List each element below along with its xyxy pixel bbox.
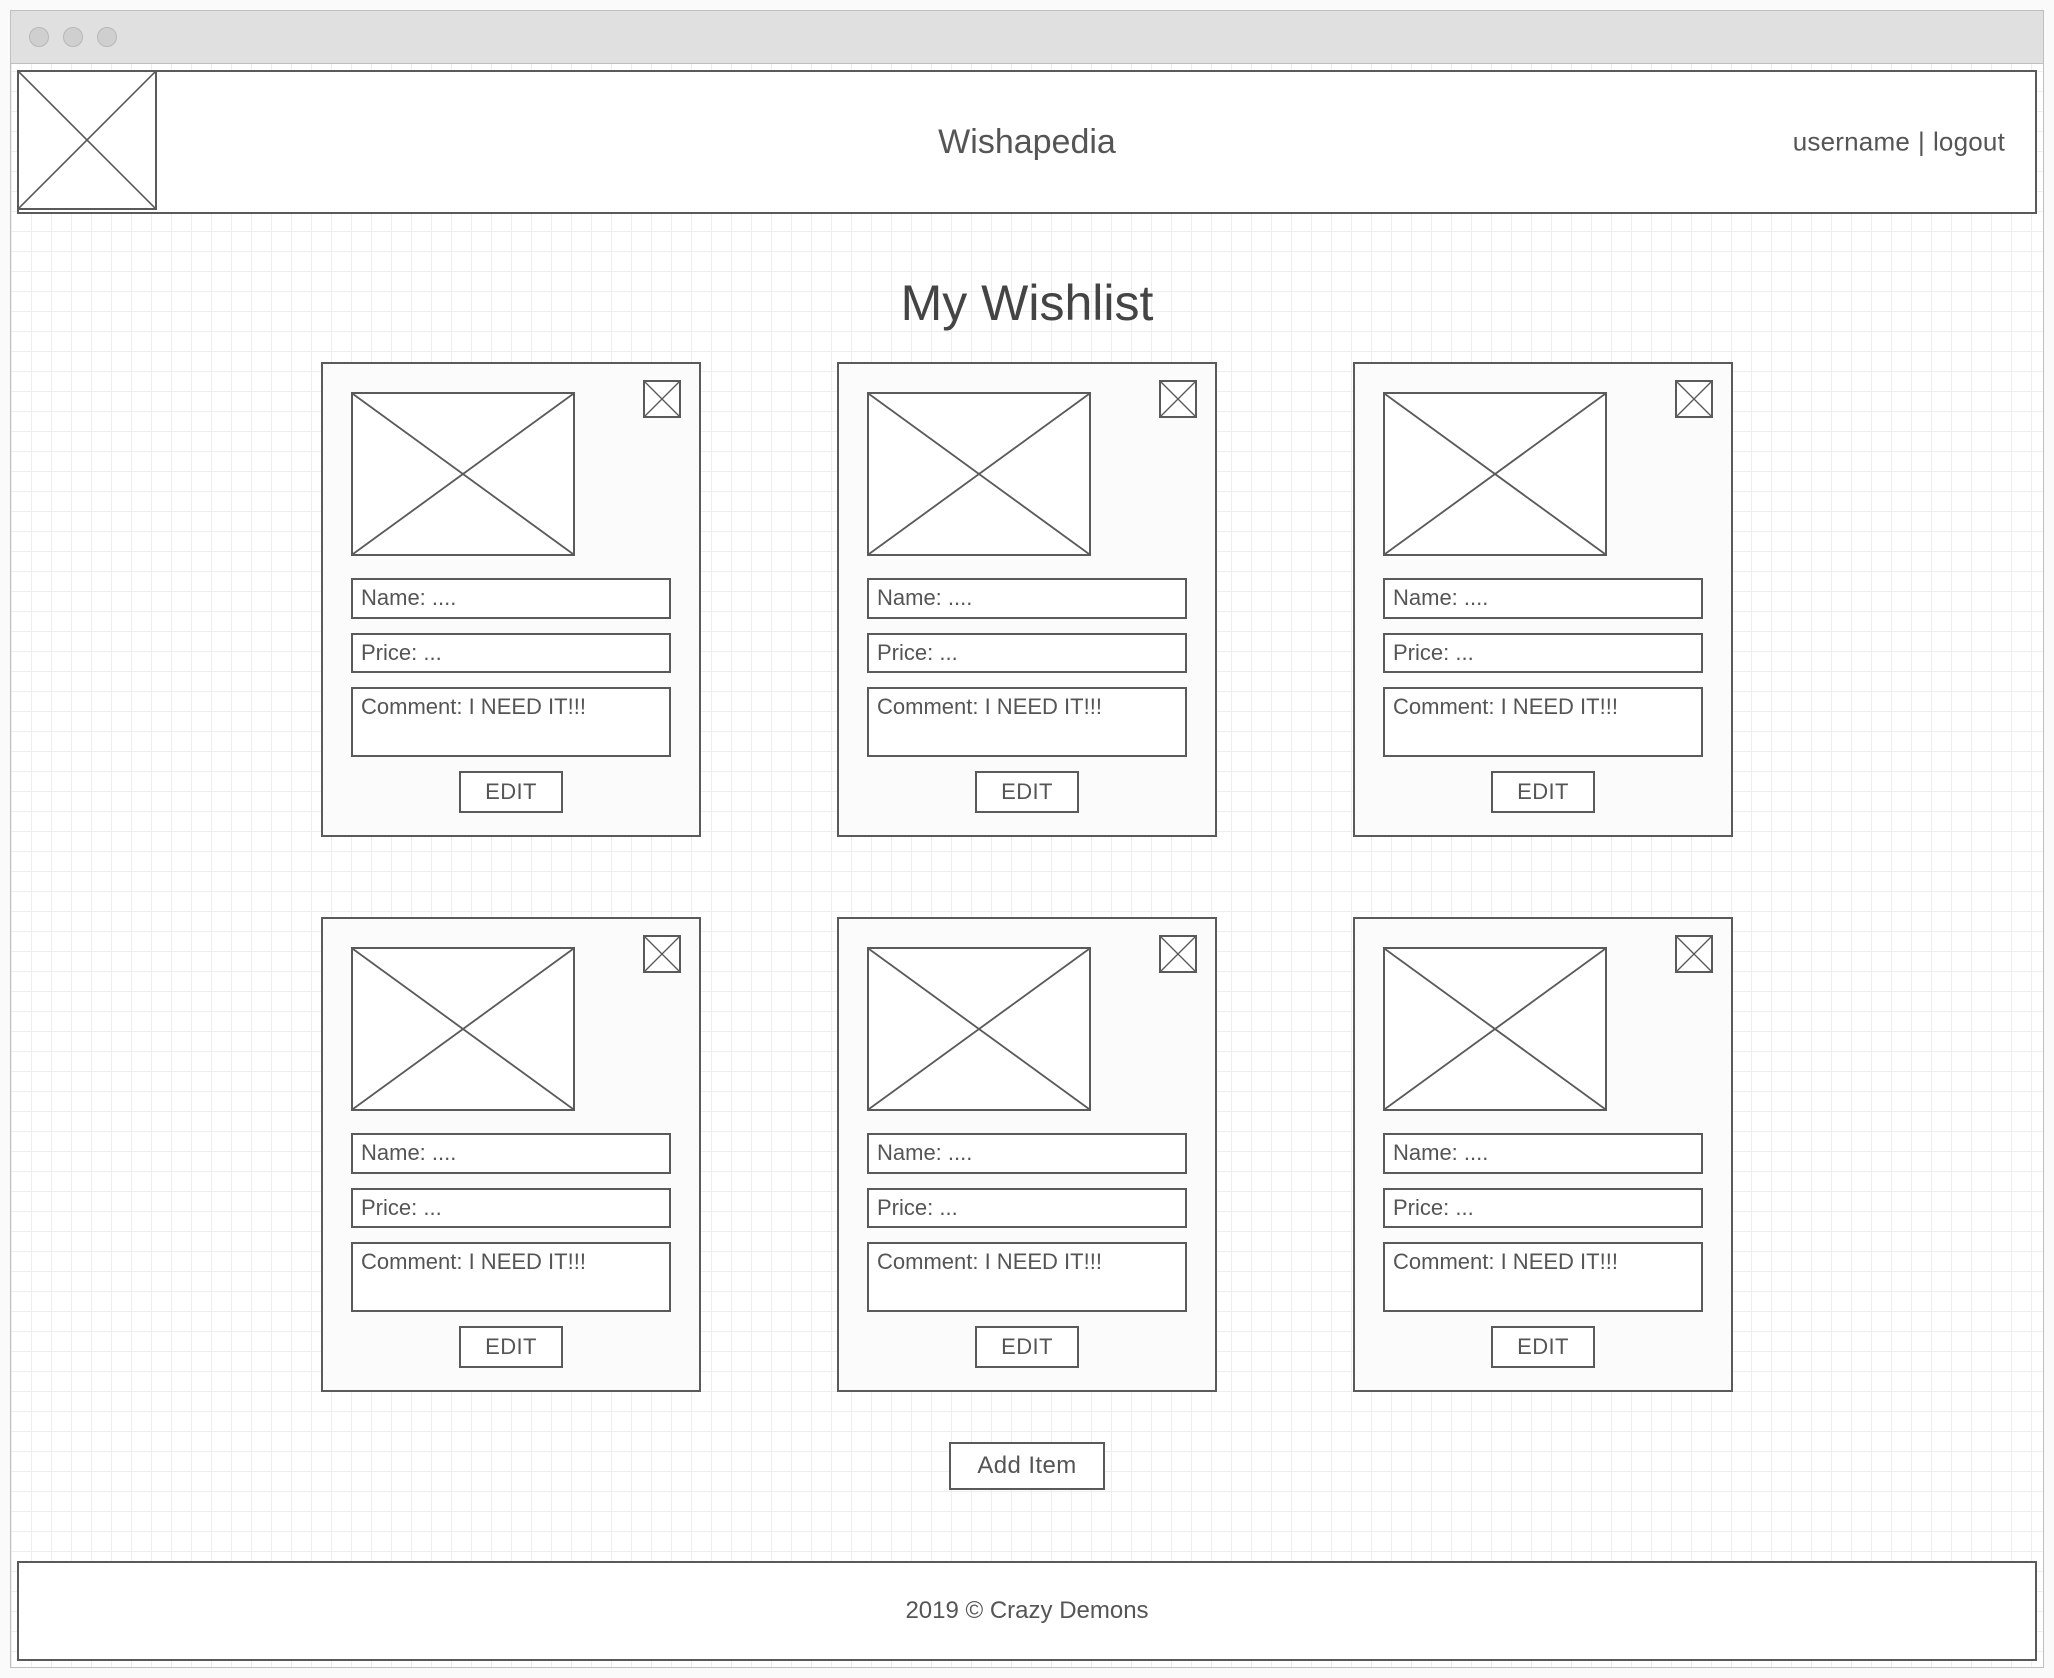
remove-item-icon[interactable] [1675,380,1713,418]
item-comment-field: Comment: I NEED IT!!! [867,1242,1187,1312]
remove-item-icon[interactable] [1675,935,1713,973]
logout-link[interactable]: logout [1933,127,2005,158]
wishlist-card: Name: .... Price: ... Comment: I NEED IT!!… [837,362,1217,837]
logo-placeholder-icon [17,70,157,210]
item-name-field: Name: .... [1383,1133,1703,1174]
item-name-field: Name: .... [1383,578,1703,619]
edit-item-button[interactable]: EDIT [975,1326,1079,1368]
wishlist-card: Name: .... Price: ... Comment: I NEED IT!!… [321,362,701,837]
item-price-field: Price: ... [351,1188,671,1229]
wishlist-card: Name: .... Price: ... Comment: I NEED IT!!… [321,917,701,1392]
item-image-placeholder-icon [1383,392,1607,556]
remove-item-icon[interactable] [1159,380,1197,418]
item-name-field: Name: .... [867,1133,1187,1174]
item-name-field: Name: .... [351,1133,671,1174]
edit-item-button[interactable]: EDIT [1491,771,1595,813]
item-comment-field: Comment: I NEED IT!!! [1383,1242,1703,1312]
site-title: Wishapedia [19,123,2035,162]
item-image-placeholder-icon [867,947,1091,1111]
wishlist-card: Name: .... Price: ... Comment: I NEED IT!!… [1353,362,1733,837]
item-image-placeholder-icon [351,947,575,1111]
user-links-separator: | [1916,127,1927,158]
remove-item-icon[interactable] [643,935,681,973]
wishlist-card: Name: .... Price: ... Comment: I NEED IT!!… [837,917,1217,1392]
item-price-field: Price: ... [1383,633,1703,674]
window-close-dot[interactable] [29,27,49,47]
app-window: Wishapedia username | logout My Wishlist… [10,10,2044,1668]
wishlist-card: Name: .... Price: ... Comment: I NEED IT!!… [1353,917,1733,1392]
footer-copyright: 2019 © Crazy Demons [905,1597,1148,1624]
window-zoom-dot[interactable] [97,27,117,47]
add-item-button[interactable]: Add Item [949,1442,1104,1490]
item-comment-field: Comment: I NEED IT!!! [867,687,1187,757]
item-price-field: Price: ... [351,633,671,674]
wishlist-grid: Name: .... Price: ... Comment: I NEED IT!!… [11,362,2043,1392]
item-comment-field: Comment: I NEED IT!!! [351,1242,671,1312]
item-price-field: Price: ... [867,1188,1187,1229]
item-image-placeholder-icon [351,392,575,556]
page-title: My Wishlist [11,274,2043,332]
item-image-placeholder-icon [1383,947,1607,1111]
item-price-field: Price: ... [1383,1188,1703,1229]
window-titlebar [11,11,2043,64]
remove-item-icon[interactable] [1159,935,1197,973]
window-minimize-dot[interactable] [63,27,83,47]
edit-item-button[interactable]: EDIT [1491,1326,1595,1368]
main-content: My Wishlist Name: .... Price: ... Comment:… [11,214,2043,1561]
item-name-field: Name: .... [867,578,1187,619]
user-links: username | logout [1793,127,2005,158]
item-price-field: Price: ... [867,633,1187,674]
edit-item-button[interactable]: EDIT [975,771,1079,813]
edit-item-button[interactable]: EDIT [459,771,563,813]
item-comment-field: Comment: I NEED IT!!! [1383,687,1703,757]
edit-item-button[interactable]: EDIT [459,1326,563,1368]
item-image-placeholder-icon [867,392,1091,556]
remove-item-icon[interactable] [643,380,681,418]
item-comment-field: Comment: I NEED IT!!! [351,687,671,757]
site-footer: 2019 © Crazy Demons [17,1561,2037,1661]
item-name-field: Name: .... [351,578,671,619]
site-header: Wishapedia username | logout [17,70,2037,214]
username-link[interactable]: username [1793,127,1910,158]
